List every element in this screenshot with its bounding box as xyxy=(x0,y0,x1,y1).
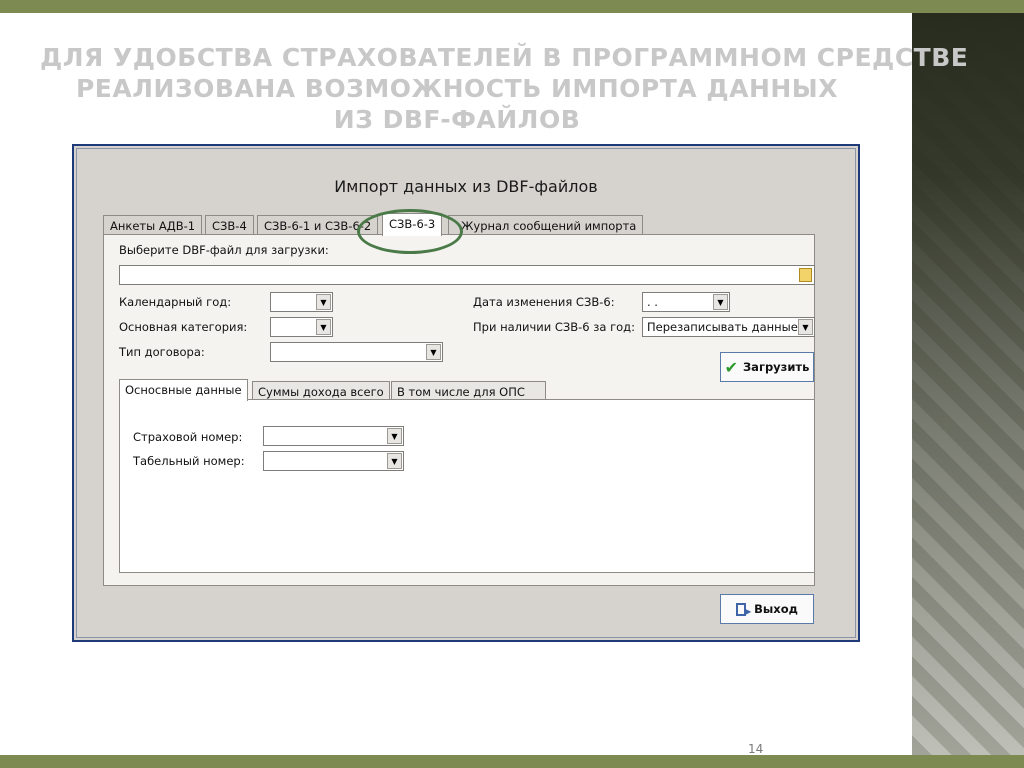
dropdown-arrow-icon[interactable]: ▼ xyxy=(426,344,441,360)
exit-button[interactable]: ▶ Выход xyxy=(720,594,814,624)
tab-import-log[interactable]: Журнал сообщений импорта xyxy=(448,215,644,235)
slide-title-line: реализована возможность импорта данных xyxy=(75,74,838,103)
calendar-year-label: Календарный год: xyxy=(119,295,232,309)
contract-type-label: Тип договора: xyxy=(119,345,205,359)
change-date-select[interactable]: . . ▼ xyxy=(642,292,730,312)
calendar-year-select[interactable]: ▼ xyxy=(270,292,333,312)
contract-type-select[interactable]: ▼ xyxy=(270,342,443,362)
exit-door-icon: ▶ xyxy=(736,602,751,616)
bottom-accent-bar xyxy=(0,755,1024,768)
slide-title-line: из DBF-файлов xyxy=(333,105,581,134)
insurance-number-select[interactable]: ▼ xyxy=(263,426,404,446)
load-button[interactable]: ✔ Загрузить xyxy=(720,352,814,382)
main-category-select[interactable]: ▼ xyxy=(270,317,333,337)
main-category-label: Основная категория: xyxy=(119,320,248,334)
slide-title: Для удобства страхователей в программном… xyxy=(40,42,969,135)
top-accent-bar xyxy=(0,0,1024,13)
file-label: Выберите DBF-файл для загрузки: xyxy=(119,243,329,257)
insurance-number-label: Страховой номер: xyxy=(133,430,243,444)
if-exists-select[interactable]: Перезаписывать данные ▼ xyxy=(642,317,815,337)
page-number: 14 xyxy=(748,742,764,756)
if-exists-value: Перезаписывать данные xyxy=(647,320,798,334)
dialog-title: Импорт данных из DBF-файлов xyxy=(334,177,598,196)
personnel-number-label: Табельный номер: xyxy=(133,454,245,468)
exit-button-label: Выход xyxy=(754,602,798,616)
inner-tab-panel xyxy=(119,399,815,573)
inner-tab-ops[interactable]: В том числе для ОПС xyxy=(391,381,546,401)
personnel-number-select[interactable]: ▼ xyxy=(263,451,404,471)
inner-tab-income-total[interactable]: Суммы дохода всего xyxy=(252,381,390,401)
folder-icon[interactable] xyxy=(799,268,812,282)
dropdown-arrow-icon[interactable]: ▼ xyxy=(387,428,402,444)
dropdown-arrow-icon[interactable]: ▼ xyxy=(713,294,728,310)
dropdown-arrow-icon[interactable]: ▼ xyxy=(316,294,331,310)
change-date-value: . . xyxy=(647,295,658,309)
file-path-input[interactable] xyxy=(119,265,815,285)
change-date-label: Дата изменения СЗВ-6: xyxy=(473,295,615,309)
decorative-side-panel xyxy=(912,13,1024,755)
dropdown-arrow-icon[interactable]: ▼ xyxy=(316,319,331,335)
slide-title-line: Для удобства страхователей в программном… xyxy=(40,43,969,72)
inner-tab-main-data[interactable]: Осносвные данные xyxy=(119,379,248,401)
tab-adv1[interactable]: Анкеты АДВ-1 xyxy=(103,215,203,235)
if-exists-label: При наличии СЗВ-6 за год: xyxy=(473,320,635,334)
checkmark-icon: ✔ xyxy=(724,357,739,377)
load-button-label: Загрузить xyxy=(743,360,810,374)
dropdown-arrow-icon[interactable]: ▼ xyxy=(387,453,402,469)
highlight-circle xyxy=(357,209,463,254)
dropdown-arrow-icon[interactable]: ▼ xyxy=(798,319,813,335)
tab-szv4[interactable]: СЗВ-4 xyxy=(205,215,254,235)
